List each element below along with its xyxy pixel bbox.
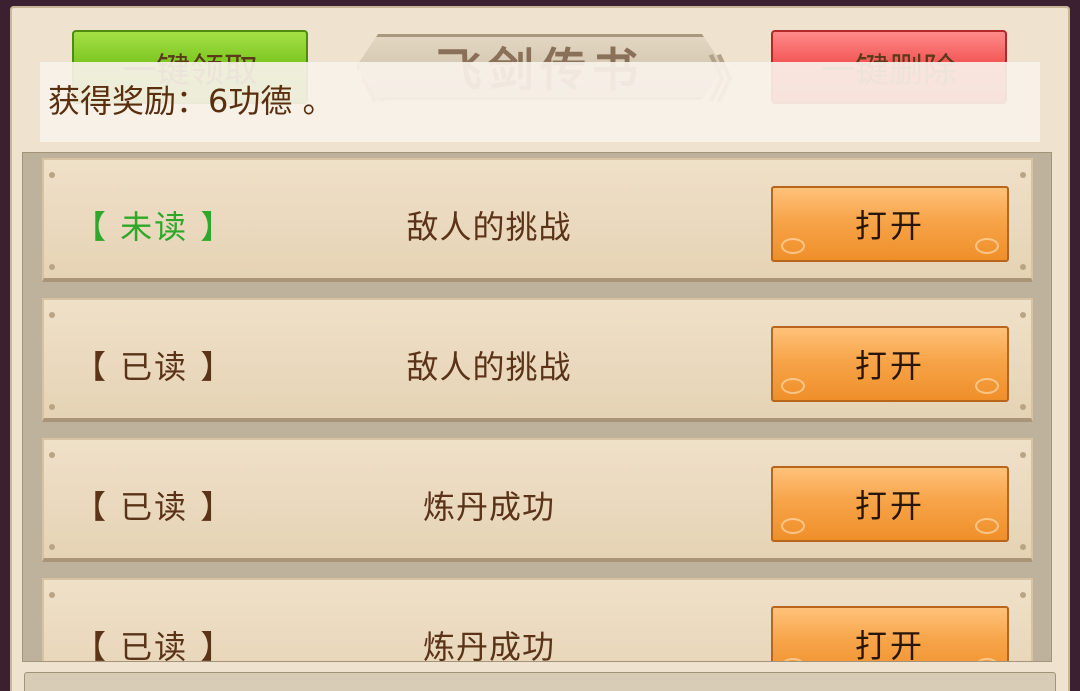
- rivet-icon: [49, 312, 55, 318]
- mail-subject: 敌人的挑战: [406, 348, 572, 386]
- rivet-icon: [1020, 452, 1026, 458]
- mail-status-read: 【 已读 】: [74, 488, 235, 526]
- open-mail-label: 打开: [854, 487, 925, 525]
- rivet-icon: [49, 172, 55, 178]
- rivet-icon: [49, 452, 55, 458]
- swirl-ornament-icon: [975, 378, 999, 394]
- swirl-ornament-icon: [781, 658, 805, 661]
- reward-message: 获得奖励：6功德 。: [48, 82, 335, 120]
- open-mail-button[interactable]: 打开: [771, 606, 1009, 662]
- mail-status-unread: 【 未读 】: [74, 208, 235, 246]
- swirl-ornament-icon: [781, 378, 805, 394]
- rivet-icon: [1020, 544, 1026, 550]
- mail-row: 【 已读 】 炼丹成功 打开: [42, 578, 1033, 662]
- mail-row: 【 已读 】 敌人的挑战 打开: [42, 298, 1033, 422]
- swirl-ornament-icon: [975, 238, 999, 254]
- open-mail-button[interactable]: 打开: [771, 326, 1009, 402]
- bottom-panel: [24, 672, 1056, 691]
- open-mail-button[interactable]: 打开: [771, 186, 1009, 262]
- rivet-icon: [1020, 312, 1026, 318]
- mail-list[interactable]: 【 未读 】 敌人的挑战 打开 【 已读 】 敌人的挑战 打开 【 已读 】 炼…: [22, 152, 1052, 662]
- swirl-ornament-icon: [975, 658, 999, 661]
- mail-subject: 敌人的挑战: [406, 208, 572, 246]
- mail-status-read: 【 已读 】: [74, 348, 235, 386]
- mail-row: 【 已读 】 炼丹成功 打开: [42, 438, 1033, 562]
- mail-status-read: 【 已读 】: [74, 628, 235, 662]
- rivet-icon: [49, 544, 55, 550]
- open-mail-label: 打开: [854, 207, 925, 245]
- reward-notification: 获得奖励：6功德 。: [40, 62, 1040, 142]
- swirl-ornament-icon: [781, 238, 805, 254]
- mail-subject: 炼丹成功: [422, 628, 555, 662]
- mail-subject: 炼丹成功: [422, 488, 555, 526]
- rivet-icon: [49, 404, 55, 410]
- rivet-icon: [1020, 592, 1026, 598]
- rivet-icon: [49, 592, 55, 598]
- open-mail-label: 打开: [854, 347, 925, 385]
- rivet-icon: [1020, 172, 1026, 178]
- swirl-ornament-icon: [781, 518, 805, 534]
- mail-row: 【 未读 】 敌人的挑战 打开: [42, 158, 1033, 282]
- rivet-icon: [1020, 404, 1026, 410]
- rivet-icon: [1020, 264, 1026, 270]
- rivet-icon: [49, 264, 55, 270]
- swirl-ornament-icon: [975, 518, 999, 534]
- open-mail-button[interactable]: 打开: [771, 466, 1009, 542]
- open-mail-label: 打开: [854, 627, 925, 662]
